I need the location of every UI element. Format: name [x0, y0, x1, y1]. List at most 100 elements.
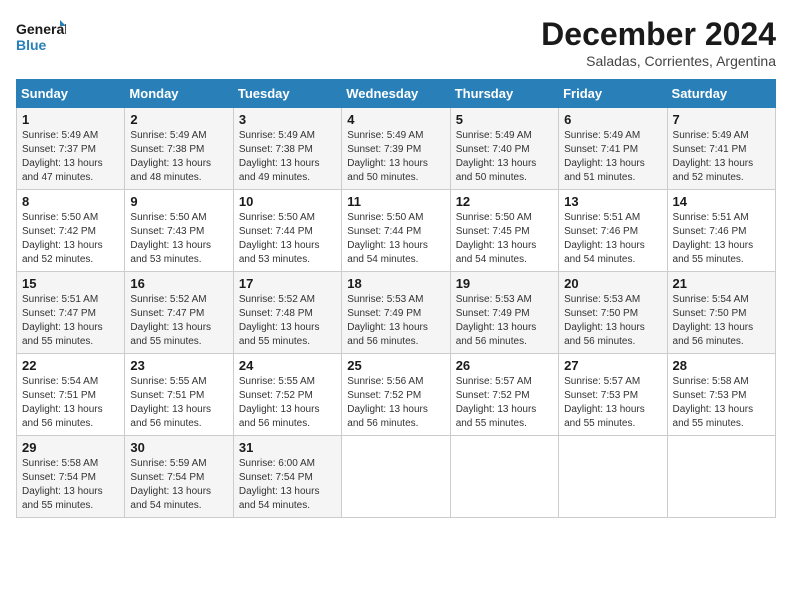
day-number: 31 — [239, 440, 336, 455]
day-number: 6 — [564, 112, 661, 127]
day-cell-5: 5 Sunrise: 5:49 AMSunset: 7:40 PMDaylight… — [450, 108, 558, 190]
day-cell-30: 30 Sunrise: 5:59 AMSunset: 7:54 PMDayligh… — [125, 436, 233, 518]
weekday-header-saturday: Saturday — [667, 80, 775, 108]
day-info: Sunrise: 5:49 AMSunset: 7:39 PMDaylight:… — [347, 129, 444, 185]
day-cell-29: 29 Sunrise: 5:58 AMSunset: 7:54 PMDayligh… — [17, 436, 125, 518]
day-cell-21: 21Sunrise: 5:54 AMSunset: 7:50 PMDayligh… — [667, 272, 775, 354]
day-cell-17: 17 Sunrise: 5:52 AMSunset: 7:48 PMDayligh… — [233, 272, 341, 354]
day-info: Sunrise: 5:49 AMSunset: 7:41 PMDaylight:… — [564, 129, 661, 185]
day-number: 9 — [130, 194, 227, 209]
day-number: 20 — [564, 276, 661, 291]
day-cell-6: 6 Sunrise: 5:49 AMSunset: 7:41 PMDaylight… — [559, 108, 667, 190]
week-row-3: 15 Sunrise: 5:51 AMSunset: 7:47 PMDayligh… — [17, 272, 776, 354]
day-info: Sunrise: 5:51 AMSunset: 7:46 PMDaylight:… — [564, 211, 661, 267]
day-info: Sunrise: 5:57 AMSunset: 7:52 PMDaylight:… — [456, 375, 553, 431]
day-info: Sunrise: 5:52 AMSunset: 7:47 PMDaylight:… — [130, 293, 227, 349]
day-cell-27: 27 Sunrise: 5:57 AMSunset: 7:53 PMDayligh… — [559, 354, 667, 436]
day-number: 5 — [456, 112, 553, 127]
day-number: 1 — [22, 112, 119, 127]
day-number: 13 — [564, 194, 661, 209]
day-cell-14: 14 Sunrise: 5:51 AMSunset: 7:46 PMDayligh… — [667, 190, 775, 272]
svg-text:General: General — [16, 21, 66, 37]
day-number: 23 — [130, 358, 227, 373]
page-header: General Blue December 2024 Saladas, Corr… — [16, 16, 776, 69]
day-cell-12: 12 Sunrise: 5:50 AMSunset: 7:45 PMDayligh… — [450, 190, 558, 272]
day-cell-4: 4 Sunrise: 5:49 AMSunset: 7:39 PMDaylight… — [342, 108, 450, 190]
day-number: 26 — [456, 358, 553, 373]
day-number: 22 — [22, 358, 119, 373]
day-info: Sunrise: 5:56 AMSunset: 7:52 PMDaylight:… — [347, 375, 444, 431]
day-number: 19 — [456, 276, 553, 291]
day-number: 4 — [347, 112, 444, 127]
day-number: 25 — [347, 358, 444, 373]
day-cell-11: 11 Sunrise: 5:50 AMSunset: 7:44 PMDayligh… — [342, 190, 450, 272]
day-info: Sunrise: 5:51 AMSunset: 7:47 PMDaylight:… — [22, 293, 119, 349]
logo: General Blue — [16, 16, 66, 60]
day-number: 18 — [347, 276, 444, 291]
day-number: 14 — [673, 194, 770, 209]
day-number: 8 — [22, 194, 119, 209]
day-info: Sunrise: 5:49 AMSunset: 7:41 PMDaylight:… — [673, 129, 770, 185]
day-info: Sunrise: 5:50 AMSunset: 7:44 PMDaylight:… — [347, 211, 444, 267]
weekday-header-monday: Monday — [125, 80, 233, 108]
day-info: Sunrise: 5:49 AMSunset: 7:38 PMDaylight:… — [130, 129, 227, 185]
subtitle: Saladas, Corrientes, Argentina — [541, 53, 776, 69]
day-number: 28 — [673, 358, 770, 373]
day-number: 7 — [673, 112, 770, 127]
day-info: Sunrise: 5:50 AMSunset: 7:44 PMDaylight:… — [239, 211, 336, 267]
weekday-header-friday: Friday — [559, 80, 667, 108]
calendar-table: SundayMondayTuesdayWednesdayThursdayFrid… — [16, 79, 776, 518]
day-info: Sunrise: 5:50 AMSunset: 7:43 PMDaylight:… — [130, 211, 227, 267]
day-number: 10 — [239, 194, 336, 209]
day-info: Sunrise: 5:50 AMSunset: 7:42 PMDaylight:… — [22, 211, 119, 267]
week-row-4: 22 Sunrise: 5:54 AMSunset: 7:51 PMDayligh… — [17, 354, 776, 436]
day-info: Sunrise: 5:51 AMSunset: 7:46 PMDaylight:… — [673, 211, 770, 267]
day-info: Sunrise: 6:00 AMSunset: 7:54 PMDaylight:… — [239, 457, 336, 513]
day-info: Sunrise: 5:49 AMSunset: 7:38 PMDaylight:… — [239, 129, 336, 185]
day-number: 27 — [564, 358, 661, 373]
day-number: 12 — [456, 194, 553, 209]
day-number: 11 — [347, 194, 444, 209]
day-number: 16 — [130, 276, 227, 291]
day-info: Sunrise: 5:49 AMSunset: 7:37 PMDaylight:… — [22, 129, 119, 185]
day-info: Sunrise: 5:53 AMSunset: 7:49 PMDaylight:… — [456, 293, 553, 349]
day-number: 29 — [22, 440, 119, 455]
day-cell-9: 9 Sunrise: 5:50 AMSunset: 7:43 PMDaylight… — [125, 190, 233, 272]
day-info: Sunrise: 5:55 AMSunset: 7:52 PMDaylight:… — [239, 375, 336, 431]
day-cell-7: 7 Sunrise: 5:49 AMSunset: 7:41 PMDaylight… — [667, 108, 775, 190]
day-info: Sunrise: 5:49 AMSunset: 7:40 PMDaylight:… — [456, 129, 553, 185]
title-area: December 2024 Saladas, Corrientes, Argen… — [541, 16, 776, 69]
day-number: 21 — [673, 276, 770, 291]
weekday-header-row: SundayMondayTuesdayWednesdayThursdayFrid… — [17, 80, 776, 108]
day-cell-24: 24 Sunrise: 5:55 AMSunset: 7:52 PMDayligh… — [233, 354, 341, 436]
day-info: Sunrise: 5:50 AMSunset: 7:45 PMDaylight:… — [456, 211, 553, 267]
day-info: Sunrise: 5:54 AMSunset: 7:51 PMDaylight:… — [22, 375, 119, 431]
day-number: 2 — [130, 112, 227, 127]
day-number: 24 — [239, 358, 336, 373]
day-info: Sunrise: 5:52 AMSunset: 7:48 PMDaylight:… — [239, 293, 336, 349]
day-info: Sunrise: 5:53 AMSunset: 7:49 PMDaylight:… — [347, 293, 444, 349]
day-number: 17 — [239, 276, 336, 291]
weekday-header-sunday: Sunday — [17, 80, 125, 108]
day-cell-13: 13 Sunrise: 5:51 AMSunset: 7:46 PMDayligh… — [559, 190, 667, 272]
day-cell-25: 25 Sunrise: 5:56 AMSunset: 7:52 PMDayligh… — [342, 354, 450, 436]
month-title: December 2024 — [541, 16, 776, 53]
day-info: Sunrise: 5:55 AMSunset: 7:51 PMDaylight:… — [130, 375, 227, 431]
day-number: 30 — [130, 440, 227, 455]
day-cell-28: 28Sunrise: 5:58 AMSunset: 7:53 PMDayligh… — [667, 354, 775, 436]
day-cell-19: 19 Sunrise: 5:53 AMSunset: 7:49 PMDayligh… — [450, 272, 558, 354]
day-cell-10: 10 Sunrise: 5:50 AMSunset: 7:44 PMDayligh… — [233, 190, 341, 272]
empty-cell-4-4 — [450, 436, 558, 518]
day-info: Sunrise: 5:58 AMSunset: 7:54 PMDaylight:… — [22, 457, 119, 513]
week-row-5: 29 Sunrise: 5:58 AMSunset: 7:54 PMDayligh… — [17, 436, 776, 518]
day-cell-18: 18 Sunrise: 5:53 AMSunset: 7:49 PMDayligh… — [342, 272, 450, 354]
day-info: Sunrise: 5:57 AMSunset: 7:53 PMDaylight:… — [564, 375, 661, 431]
day-number: 15 — [22, 276, 119, 291]
empty-cell-4-5 — [559, 436, 667, 518]
day-info: Sunrise: 5:59 AMSunset: 7:54 PMDaylight:… — [130, 457, 227, 513]
empty-cell-4-6 — [667, 436, 775, 518]
day-cell-2: 2 Sunrise: 5:49 AMSunset: 7:38 PMDaylight… — [125, 108, 233, 190]
weekday-header-wednesday: Wednesday — [342, 80, 450, 108]
day-cell-26: 26 Sunrise: 5:57 AMSunset: 7:52 PMDayligh… — [450, 354, 558, 436]
day-cell-23: 23 Sunrise: 5:55 AMSunset: 7:51 PMDayligh… — [125, 354, 233, 436]
